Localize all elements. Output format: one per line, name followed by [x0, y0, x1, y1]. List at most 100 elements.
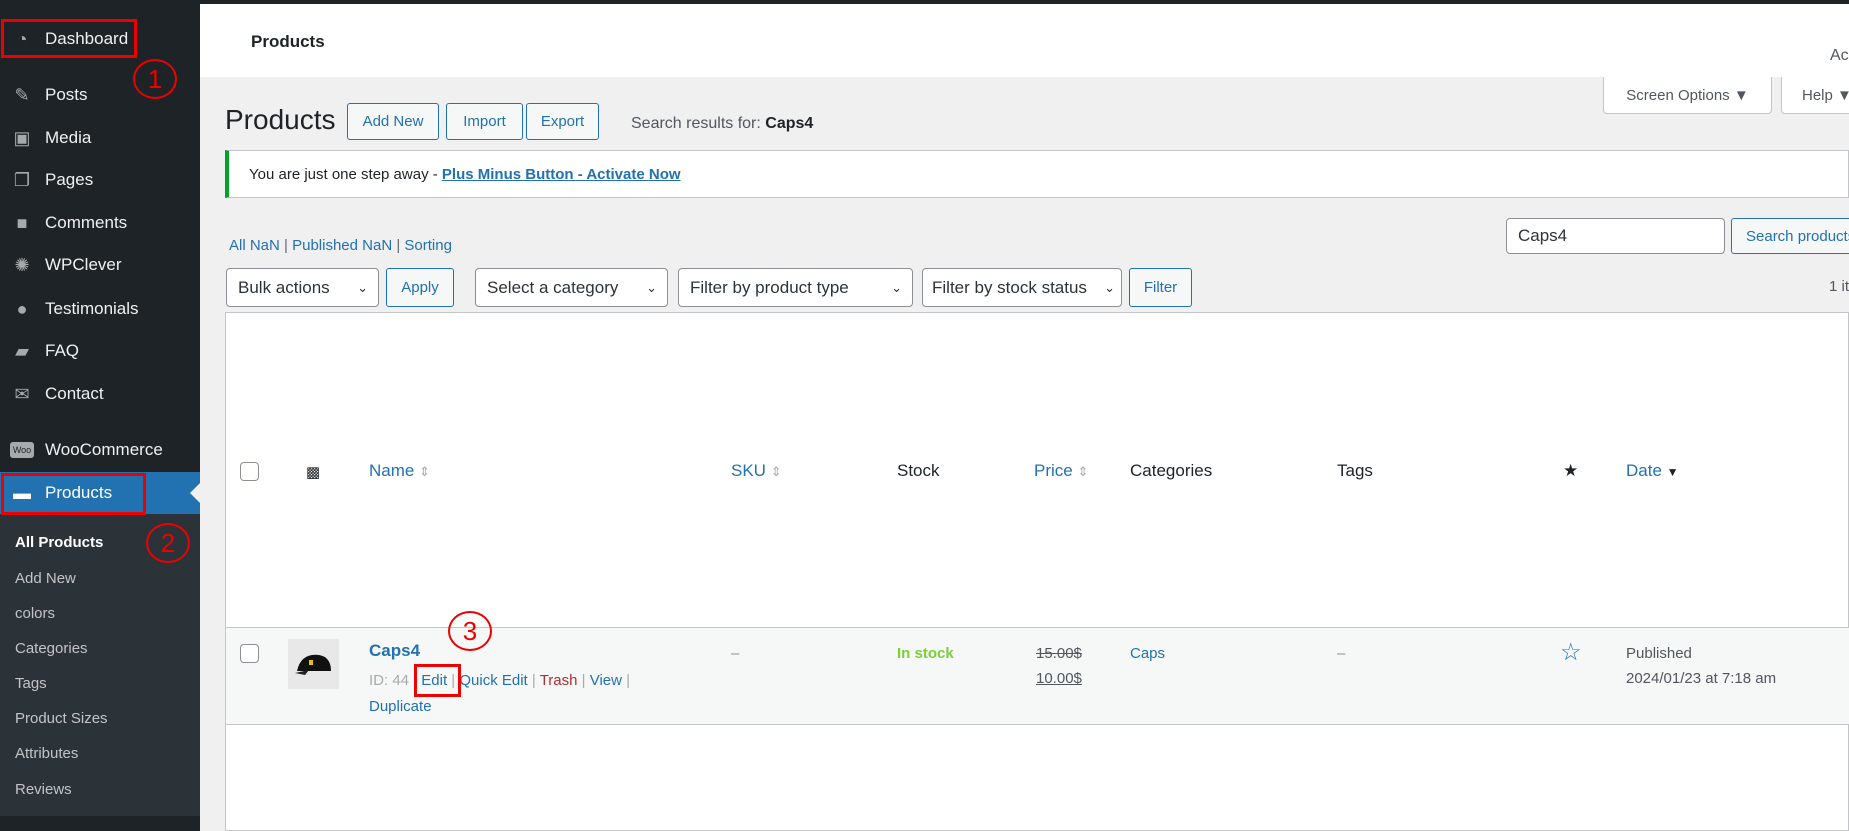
- chevron-down-icon: ⌄: [891, 279, 902, 295]
- bulk-actions-select[interactable]: Bulk actions ⌄: [226, 268, 379, 307]
- column-name[interactable]: Name ⇕: [369, 461, 430, 481]
- product-type-select[interactable]: Filter by product type ⌄: [678, 268, 913, 307]
- view-all[interactable]: All NaN: [229, 237, 280, 254]
- product-type-value: Filter by product type: [690, 277, 849, 297]
- label: Price: [1034, 461, 1073, 480]
- column-categories: Categories: [1130, 461, 1213, 480]
- annotation-box-products: [1, 473, 146, 515]
- select-all-checkbox[interactable]: [240, 462, 259, 481]
- mail-icon: ✉: [14, 383, 30, 404]
- product-name-link[interactable]: Caps4: [369, 641, 420, 661]
- sort-icon: ⇕: [1077, 464, 1089, 479]
- pin-icon: ✎: [14, 84, 30, 105]
- chevron-down-icon: ⌄: [1104, 279, 1115, 295]
- search-products-button[interactable]: Search products: [1731, 218, 1849, 254]
- submenu-reviews[interactable]: Reviews: [15, 781, 72, 798]
- date-text: 2024/01/23 at 7:18 am: [1626, 670, 1777, 687]
- category-select[interactable]: Select a category ⌄: [475, 268, 668, 307]
- label: Comments: [45, 213, 128, 232]
- featured-column-star-icon[interactable]: ★: [1563, 461, 1578, 481]
- page-title: Products: [225, 104, 336, 135]
- sidebar-item-media[interactable]: ▣ Media: [0, 118, 200, 158]
- submenu-all-products[interactable]: All Products: [15, 534, 103, 551]
- submenu-tags[interactable]: Tags: [15, 675, 47, 692]
- submenu-colors[interactable]: colors: [15, 605, 55, 622]
- trash-link[interactable]: Trash: [540, 672, 578, 689]
- tags-value: –: [1337, 645, 1346, 662]
- view-link[interactable]: View: [590, 672, 622, 689]
- woo-icon: Woo: [10, 442, 34, 458]
- comment-icon: ■: [16, 212, 28, 233]
- submenu-add-new[interactable]: Add New: [15, 570, 76, 587]
- sort-icon: ⇕: [419, 464, 430, 479]
- sidebar-item-faq[interactable]: ▰ FAQ: [0, 331, 200, 371]
- quick-edit-link[interactable]: Quick Edit: [459, 672, 527, 689]
- export-button[interactable]: Export: [526, 103, 599, 140]
- views-filter: All NaN | Published NaN | Sorting: [229, 237, 452, 254]
- row-checkbox[interactable]: [240, 644, 259, 663]
- sidebar-item-contact[interactable]: ✉ Contact: [0, 374, 200, 414]
- sidebar-item-woocommerce[interactable]: Woo WooCommerce: [0, 430, 200, 470]
- view-published[interactable]: Published NaN: [292, 237, 392, 254]
- column-tags: Tags: [1337, 461, 1373, 480]
- status-text: Published: [1626, 645, 1692, 662]
- stock-status-select[interactable]: Filter by stock status ⌄: [922, 268, 1122, 307]
- submenu-categories[interactable]: Categories: [15, 640, 88, 657]
- folder-icon: ▰: [15, 340, 29, 361]
- label: Caps4: [369, 641, 421, 660]
- sort-desc-icon: ▼: [1666, 465, 1679, 479]
- stock-status: In stock: [897, 645, 954, 662]
- user-icon: ●: [16, 298, 28, 319]
- product-thumbnail[interactable]: [288, 639, 339, 689]
- help-button[interactable]: Help ▼: [1781, 77, 1849, 114]
- search-prefix: Search results for:: [631, 115, 766, 132]
- search-results-label: Search results for: Caps4: [631, 115, 813, 133]
- submenu-attributes[interactable]: Attributes: [15, 745, 78, 762]
- label: SKU: [731, 461, 766, 480]
- column-date[interactable]: Date ▼: [1626, 461, 1679, 481]
- annotation-circle-1: 1: [133, 59, 177, 99]
- label: WPClever: [45, 255, 122, 274]
- category-link[interactable]: Caps: [1130, 645, 1165, 662]
- screen-options-button[interactable]: Screen Options ▼: [1603, 77, 1772, 114]
- sidebar-item-comments[interactable]: ■ Comments: [0, 203, 200, 243]
- row-actions: ID: 44 | Edit | Quick Edit | Trash | Vie…: [369, 672, 631, 689]
- label: FAQ: [45, 341, 80, 360]
- regular-price: 15.00$: [1036, 645, 1082, 662]
- current-menu-arrow: [190, 483, 200, 503]
- filter-button[interactable]: Filter: [1129, 268, 1192, 307]
- label: Testimonials: [45, 299, 139, 318]
- stock-status-value: Filter by stock status: [932, 277, 1087, 297]
- import-button[interactable]: Import: [446, 103, 523, 140]
- annotation-box-edit: [414, 664, 461, 697]
- column-sku[interactable]: SKU ⇕: [731, 461, 782, 481]
- label: Date: [1626, 461, 1662, 480]
- label: Name: [369, 461, 415, 480]
- column-price[interactable]: Price ⇕: [1034, 461, 1088, 481]
- view-sorting[interactable]: Sorting: [404, 237, 452, 254]
- product-id: ID: 44: [369, 672, 410, 689]
- submenu-product-sizes[interactable]: Product Sizes: [15, 710, 108, 727]
- search-input[interactable]: Caps4: [1506, 218, 1725, 254]
- header-right-text: Ac: [1830, 47, 1849, 64]
- activate-link[interactable]: Plus Minus Button - Activate Now: [442, 166, 681, 183]
- column-stock: Stock: [897, 461, 940, 480]
- header-title: Products: [251, 32, 325, 51]
- sale-price: 10.00$: [1036, 670, 1082, 687]
- annotation-circle-3: 3: [448, 611, 492, 651]
- pages-icon: ❐: [13, 169, 31, 190]
- duplicate-link[interactable]: Duplicate: [369, 698, 432, 715]
- apply-button[interactable]: Apply: [386, 268, 454, 307]
- sort-icon: ⇕: [770, 464, 782, 479]
- bulb-icon: ✺: [14, 254, 30, 275]
- add-new-button[interactable]: Add New: [347, 103, 439, 140]
- sku-value: –: [731, 645, 740, 662]
- sidebar-item-wpclever[interactable]: ✺ WPClever: [0, 245, 200, 285]
- items-count: 1 it: [1829, 278, 1849, 295]
- sidebar-item-pages[interactable]: ❐ Pages: [0, 160, 200, 200]
- sidebar-item-testimonials[interactable]: ● Testimonials: [0, 289, 200, 329]
- featured-star-icon[interactable]: ☆: [1560, 638, 1582, 667]
- chevron-down-icon: ⌄: [646, 279, 657, 295]
- notice-text: You are just one step away -: [249, 166, 442, 183]
- label: Posts: [45, 85, 88, 104]
